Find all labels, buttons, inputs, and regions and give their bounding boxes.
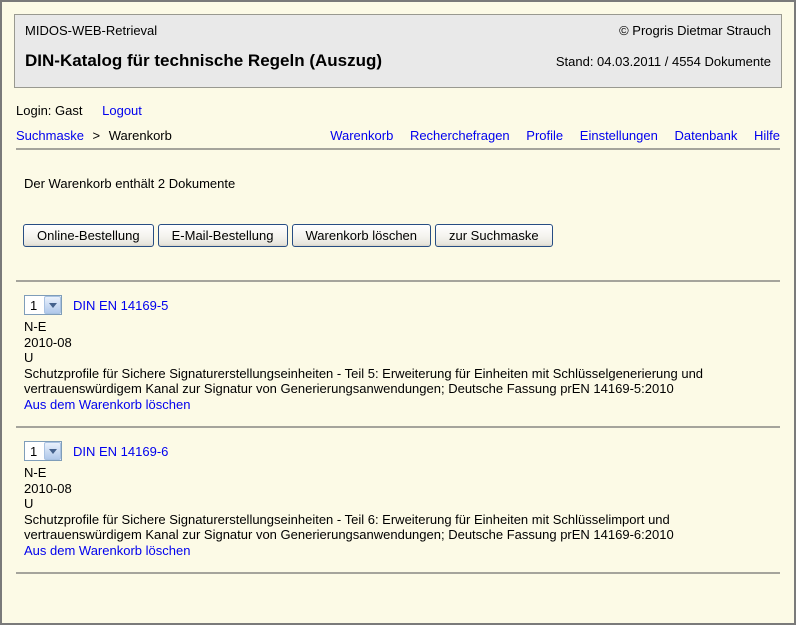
status-text: Stand: 04.03.2011 / 4554 Dokumente: [556, 54, 771, 69]
divider-between-items: [16, 426, 780, 428]
cart-item: 1 DIN EN 14169-6 N-E 2010-08 U Schutzpro…: [24, 441, 776, 558]
logout-link[interactable]: Logout: [102, 103, 142, 118]
nav-links: Warenkorb Recherchefragen Profile Einste…: [317, 128, 780, 143]
footer-space: [2, 574, 794, 614]
header-title-row: DIN-Katalog für technische Regeln (Auszu…: [25, 51, 771, 71]
page-title: DIN-Katalog für technische Regeln (Auszu…: [25, 51, 382, 71]
login-label: Login: Gast: [16, 103, 83, 118]
nav-item-hilfe[interactable]: Hilfe: [754, 128, 780, 143]
item-title: Schutzprofile für Sichere Signaturerstel…: [24, 366, 776, 397]
nav-item-einstellungen[interactable]: Einstellungen: [580, 128, 658, 143]
nav-item-recherchefragen[interactable]: Recherchefragen: [410, 128, 510, 143]
cart-summary: Der Warenkorb enthält 2 Dokumente: [24, 176, 794, 191]
item-date: 2010-08: [24, 481, 776, 497]
nav-item-profile[interactable]: Profile: [526, 128, 563, 143]
document-number-link[interactable]: DIN EN 14169-5: [73, 298, 168, 313]
login-row: Login: Gast Logout: [16, 103, 780, 118]
cart-item: 1 DIN EN 14169-5 N-E 2010-08 U Schutzpro…: [24, 295, 776, 412]
copyright-text: © Progris Dietmar Strauch: [619, 23, 771, 38]
cart-actions: Online-Bestellung E-Mail-Bestellung Ware…: [23, 224, 794, 247]
breadcrumb-suchmaske-link[interactable]: Suchmaske: [16, 128, 84, 143]
breadcrumb: Suchmaske > Warenkorb: [16, 128, 172, 143]
nav-item-warenkorb[interactable]: Warenkorb: [330, 128, 393, 143]
remove-from-cart-link[interactable]: Aus dem Warenkorb löschen: [24, 543, 190, 558]
document-number-link[interactable]: DIN EN 14169-6: [73, 444, 168, 459]
breadcrumb-current: Warenkorb: [109, 128, 172, 143]
divider-above-items: [16, 280, 780, 282]
email-order-button[interactable]: E-Mail-Bestellung: [158, 224, 288, 247]
online-order-button[interactable]: Online-Bestellung: [23, 224, 154, 247]
to-search-button[interactable]: zur Suchmaske: [435, 224, 553, 247]
chevron-down-icon: [44, 296, 61, 314]
header-top-row: MIDOS-WEB-Retrieval © Progris Dietmar St…: [25, 23, 771, 38]
quantity-value: 1: [25, 298, 37, 313]
item-date: 2010-08: [24, 335, 776, 351]
breadcrumb-separator: >: [93, 128, 101, 143]
nav-item-datenbank[interactable]: Datenbank: [674, 128, 737, 143]
quantity-select[interactable]: 1: [24, 441, 62, 461]
item-flag: U: [24, 496, 776, 512]
item-head: 1 DIN EN 14169-6: [24, 441, 776, 461]
item-head: 1 DIN EN 14169-5: [24, 295, 776, 315]
chevron-down-icon: [44, 442, 61, 460]
item-type: N-E: [24, 465, 776, 481]
item-type: N-E: [24, 319, 776, 335]
item-title: Schutzprofile für Sichere Signaturerstel…: [24, 512, 776, 543]
quantity-value: 1: [25, 444, 37, 459]
quantity-select[interactable]: 1: [24, 295, 62, 315]
nav-row: Suchmaske > Warenkorb Warenkorb Recherch…: [16, 128, 780, 143]
item-flag: U: [24, 350, 776, 366]
header: MIDOS-WEB-Retrieval © Progris Dietmar St…: [14, 14, 782, 88]
app-title: MIDOS-WEB-Retrieval: [25, 23, 157, 38]
page: MIDOS-WEB-Retrieval © Progris Dietmar St…: [0, 0, 796, 625]
clear-cart-button[interactable]: Warenkorb löschen: [292, 224, 432, 247]
divider-top: [16, 148, 780, 150]
remove-from-cart-link[interactable]: Aus dem Warenkorb löschen: [24, 397, 190, 412]
